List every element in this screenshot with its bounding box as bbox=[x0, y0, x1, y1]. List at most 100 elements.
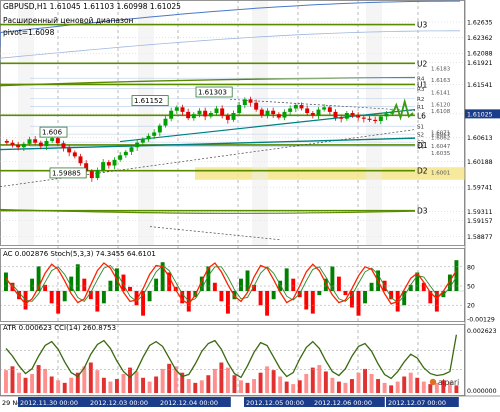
ac-bar bbox=[336, 276, 341, 291]
candle-body bbox=[344, 113, 349, 119]
level-price-label: 1.6120 bbox=[431, 102, 451, 108]
pivot-label: pivot=1.6098 bbox=[3, 28, 55, 37]
level-price-label: 1.6163 bbox=[431, 78, 451, 84]
atr-bar bbox=[36, 365, 41, 393]
ac-bar bbox=[49, 291, 54, 304]
indicator-name: Расширенный ценовой диапазон bbox=[3, 16, 134, 25]
candle-body bbox=[373, 119, 378, 122]
atr-bar bbox=[225, 367, 230, 393]
ac-bar bbox=[317, 291, 322, 296]
candle-body bbox=[95, 170, 100, 179]
price-tick-label: 1.62635 bbox=[467, 19, 493, 26]
candle-body bbox=[282, 111, 287, 118]
brand-label: alpari bbox=[438, 378, 459, 387]
minor-level-label: S2 bbox=[417, 133, 424, 139]
atr-bar bbox=[232, 375, 237, 393]
price-tick-label: 1.62088 bbox=[467, 51, 493, 58]
candle-body bbox=[67, 148, 72, 153]
osc1-tick-label: -0.00129 bbox=[467, 317, 495, 324]
price-axis: 1.62635 1.62362 1.62088 1.61921 1.61541 1.606… bbox=[464, 0, 500, 396]
atr-bar bbox=[402, 376, 407, 393]
price-tick-label: 1.61921 bbox=[467, 60, 493, 67]
session-shade bbox=[366, 1, 382, 245]
atr-bar bbox=[408, 372, 413, 393]
pivot-level-label: D3 bbox=[417, 207, 428, 216]
candle-body bbox=[78, 156, 83, 164]
candle-body bbox=[220, 108, 225, 116]
candle-body bbox=[361, 117, 366, 119]
candle-body bbox=[333, 111, 338, 118]
candle-body bbox=[174, 107, 179, 111]
level-price-label: 1.6141 bbox=[431, 90, 450, 96]
candle-body bbox=[169, 110, 174, 119]
atr-bar bbox=[56, 380, 61, 393]
candle-body bbox=[44, 140, 49, 147]
candle-body bbox=[350, 113, 355, 116]
atr-bar bbox=[62, 382, 67, 393]
candle-body bbox=[237, 105, 242, 114]
candle-body bbox=[305, 108, 310, 114]
minor-level-label: R4 bbox=[417, 77, 425, 83]
atr-bar bbox=[350, 379, 354, 393]
candle-body bbox=[197, 110, 202, 115]
ac-bar bbox=[56, 291, 61, 314]
session-shade bbox=[252, 1, 268, 245]
candle-body bbox=[146, 135, 151, 140]
time-tick-label: 2012.12.05 00:00 bbox=[246, 399, 304, 407]
forex-chart-window: U3 U2 U1 L6 D1 D2 D3 R4 R3 R2 R1 S1 S2 S3 S4 1.6183 1.61… bbox=[0, 0, 500, 408]
ac-bar bbox=[258, 291, 263, 306]
ac-bar bbox=[219, 291, 224, 302]
atr-bar bbox=[317, 365, 322, 393]
level-price-label: 1.6047 bbox=[431, 144, 451, 150]
ac-bar bbox=[212, 282, 217, 291]
price-tick-label: 1.62362 bbox=[467, 35, 493, 42]
atr-bar bbox=[428, 384, 433, 393]
ac-bar bbox=[147, 291, 152, 302]
level-price-label: 1.6062 bbox=[431, 135, 450, 141]
session-shade bbox=[18, 1, 34, 245]
atr-bar bbox=[271, 370, 276, 393]
chart-canvas: U3U2U1L6D1D2D3R4R3R2R1S1S2S3S41.61831.61… bbox=[0, 0, 500, 408]
candle-body bbox=[55, 138, 60, 144]
candle-body bbox=[21, 143, 26, 148]
atr-bar bbox=[141, 377, 146, 393]
time-tick-label: 2012.12.07 00:00 bbox=[388, 399, 446, 407]
current-price-label: 1.61025 bbox=[467, 111, 493, 118]
candle-body bbox=[123, 151, 128, 156]
level-price-label: 1.6108 bbox=[431, 109, 451, 115]
price-tick-label: 1.59741 bbox=[467, 185, 493, 192]
price-tick-label: 1.60613 bbox=[467, 135, 493, 142]
candle-body bbox=[118, 155, 123, 160]
atr-bar bbox=[252, 379, 257, 393]
ac-bar bbox=[304, 291, 309, 310]
atr-bar bbox=[421, 381, 426, 393]
candle-body bbox=[271, 110, 276, 115]
atr-bar bbox=[389, 385, 394, 393]
alpari-logo-icon bbox=[429, 378, 437, 386]
minor-level-label: R2 bbox=[417, 97, 424, 103]
ac-bar bbox=[330, 266, 335, 291]
atr-bar bbox=[134, 371, 139, 393]
ac-bar bbox=[101, 291, 106, 304]
atr-bar bbox=[206, 375, 211, 393]
osc2-tick-label: 0.000000 bbox=[467, 388, 497, 395]
ac-bar bbox=[75, 264, 80, 291]
atr-bar bbox=[310, 367, 315, 393]
minor-level-label: R3 bbox=[417, 87, 425, 93]
price-tick-label: 1.60188 bbox=[467, 159, 493, 166]
candle-body bbox=[310, 113, 315, 116]
atr-bar bbox=[258, 372, 263, 393]
atr-bar bbox=[23, 377, 28, 393]
ac-bar bbox=[271, 291, 276, 300]
minor-level-label: S1 bbox=[417, 125, 424, 131]
atr-bar bbox=[395, 381, 400, 393]
atr-bar bbox=[219, 362, 224, 393]
atr-bar bbox=[369, 373, 374, 393]
candle-body bbox=[384, 113, 389, 117]
candle-body bbox=[242, 99, 247, 106]
price-tick-label: 1.59311 bbox=[467, 209, 493, 216]
ac-bar bbox=[310, 291, 315, 314]
osc1-title: AC 0.002876 Stoch(5,3,3) 74.3455 64.6101 bbox=[3, 250, 156, 258]
ac-bar bbox=[369, 282, 374, 291]
level-price-label: 1.6183 bbox=[431, 66, 451, 72]
